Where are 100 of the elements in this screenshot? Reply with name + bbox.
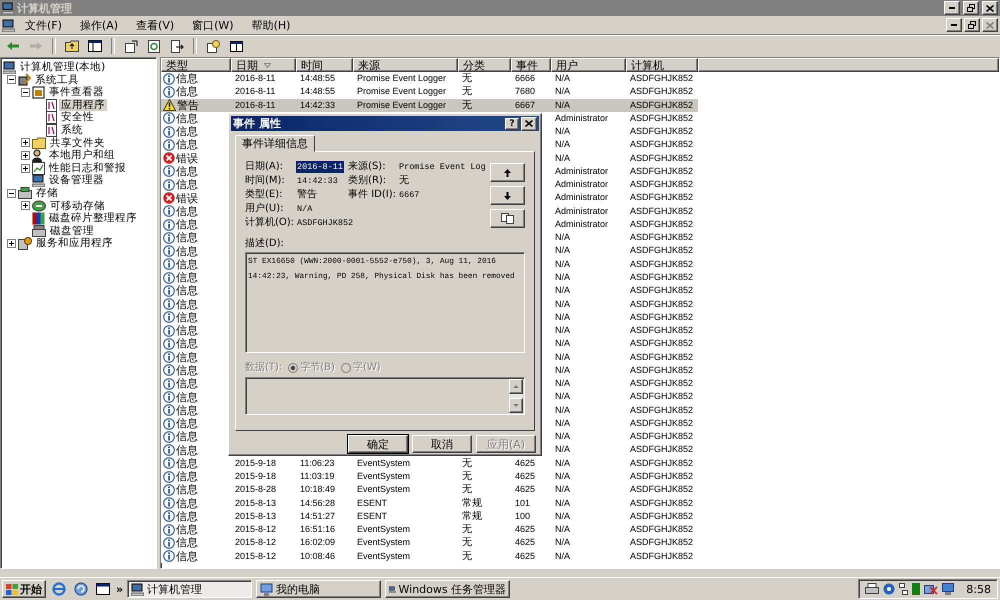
table-cell: N/A (555, 138, 570, 152)
event-row[interactable]: 警告 2016-8-11 14:42:33 Promise Event Logger 无 6667 N/A ASDFGHJK852 (161, 98, 698, 112)
collapse-toggle-icon[interactable] (21, 88, 30, 97)
expand-toggle-icon[interactable] (21, 150, 30, 160)
table-cell: N/A (555, 390, 570, 404)
table-cell: ASDFGHJK852 (630, 270, 694, 284)
field-value: 2016-8-11 (296, 160, 344, 172)
table-cell: 11:06:23 (300, 456, 334, 470)
column-header[interactable]: 分类 (458, 58, 511, 72)
taskbar-button[interactable]: 计算机管理 (127, 580, 252, 598)
previous-button[interactable] (490, 163, 525, 182)
table-cell: 2015-9-18 (235, 470, 276, 483)
table-cell: N/A (555, 350, 570, 364)
expand-toggle-icon[interactable] (21, 201, 30, 210)
table-cell: N/A (555, 404, 570, 417)
field-value: 警告 (296, 188, 318, 201)
column-header[interactable]: 日期 (231, 58, 296, 72)
expand-toggle-icon[interactable] (7, 239, 16, 248)
browser-button[interactable] (72, 580, 90, 598)
scroll-up-button[interactable] (509, 379, 523, 394)
next-button[interactable] (490, 186, 525, 205)
table-cell: 14:48:55 (300, 85, 336, 98)
menu-item[interactable]: 帮助(H) (244, 16, 298, 34)
toolbar-button[interactable] (85, 37, 105, 55)
event-type: 信息 (176, 523, 198, 536)
tree-item[interactable]: 可移动存储 (48, 200, 107, 212)
table-cell: 10:08:46 (300, 550, 336, 563)
scroll-down-button[interactable] (509, 398, 523, 413)
taskbar-button[interactable]: Windows 任务管理器 (385, 580, 510, 598)
taskbar-button[interactable]: 我的电脑 (256, 580, 382, 598)
expand-toggle-icon[interactable] (21, 138, 30, 148)
table-cell: 2015-8-12 (235, 523, 276, 536)
tree-item[interactable]: 磁盘管理 (48, 224, 96, 238)
table-cell: N/A (555, 510, 570, 523)
dialog-button[interactable]: 确定 (348, 435, 408, 453)
tree-item[interactable]: 应用程序 (59, 98, 107, 112)
column-header[interactable]: 时间 (296, 58, 353, 72)
event-type: 信息 (176, 496, 198, 510)
column-header[interactable]: 计算机 (626, 58, 698, 72)
dialog-button[interactable]: 取消 (412, 435, 472, 453)
table-cell: 2015-8-12 (235, 536, 276, 550)
table-cell: EventSystem (357, 536, 410, 550)
log-icon (46, 111, 57, 124)
tree-item[interactable]: 共享文件夹 (48, 136, 107, 150)
close-icon (525, 120, 533, 127)
more-chevron[interactable]: » (116, 582, 124, 596)
column-header[interactable]: 用户 (551, 58, 626, 72)
table-cell: 10:18:49 (300, 483, 336, 496)
table-cell: N/A (555, 270, 570, 284)
tree-item[interactable]: 服务和应用程序 (34, 237, 115, 250)
table-cell: N/A (555, 310, 570, 324)
table-cell: 14:42:33 (300, 98, 336, 112)
table-cell: Administrator (555, 218, 608, 231)
table-cell: N/A (555, 443, 570, 456)
tree-item[interactable]: 设备管理器 (47, 174, 106, 187)
minimize-button[interactable] (946, 18, 962, 32)
column-header[interactable]: 类型 (161, 58, 231, 72)
tree-item[interactable]: 性能日志和警报 (47, 162, 128, 174)
table-cell: ASDFGHJK852 (630, 125, 694, 138)
restore-button[interactable] (964, 18, 980, 32)
tree-item[interactable]: 磁盘碎片整理程序 (47, 212, 139, 225)
column-header[interactable]: 来源 (353, 58, 458, 72)
tree-item[interactable]: 本地用户和组 (47, 149, 117, 162)
chart-icon (32, 162, 45, 175)
tree-item[interactable]: 事件查看器 (47, 86, 106, 99)
tree-item[interactable]: 计算机管理(本地) (18, 61, 108, 74)
close-button[interactable] (982, 1, 998, 15)
event-type: 信息 (176, 178, 198, 192)
table-cell: N/A (555, 523, 570, 536)
tab[interactable]: 事件详细信息 (235, 135, 315, 152)
menu-item[interactable]: 操作(A) (72, 16, 126, 34)
info-icon (163, 510, 175, 522)
tree-item[interactable]: 存储 (34, 186, 60, 200)
close-button[interactable] (521, 116, 537, 130)
table-cell: 无 (462, 536, 472, 550)
collapse-toggle-icon[interactable] (7, 188, 16, 198)
table-cell: 无 (462, 523, 472, 536)
menu-item[interactable]: 窗口(W) (184, 16, 242, 34)
network-icon (899, 583, 908, 595)
table-cell: ASDFGHJK852 (630, 443, 694, 456)
tree-item[interactable]: 系统工具 (33, 74, 81, 86)
close-button[interactable] (982, 18, 998, 32)
down-triangle-icon (513, 404, 519, 407)
expand-toggle-icon[interactable] (21, 164, 30, 173)
minimize-button[interactable] (944, 1, 960, 15)
help-button[interactable]: ? (505, 118, 519, 130)
copy-button[interactable] (490, 209, 525, 228)
start-button[interactable]: 开始 (2, 580, 46, 598)
event-type: 错误 (176, 152, 198, 165)
restore-button[interactable] (963, 1, 979, 15)
column-header[interactable]: 事件 (511, 58, 551, 72)
desktop-button[interactable] (94, 580, 112, 598)
tree-item[interactable]: 系统 (59, 124, 85, 137)
table-cell: Promise Event Logger (357, 72, 446, 85)
restore-icon (967, 4, 975, 12)
menu-item[interactable]: 文件(F) (17, 16, 70, 34)
menu-item[interactable]: 查看(V) (128, 16, 182, 34)
collapse-toggle-icon[interactable] (7, 75, 16, 84)
table-cell: 无 (462, 470, 472, 483)
tree-item[interactable]: 安全性 (59, 111, 96, 124)
